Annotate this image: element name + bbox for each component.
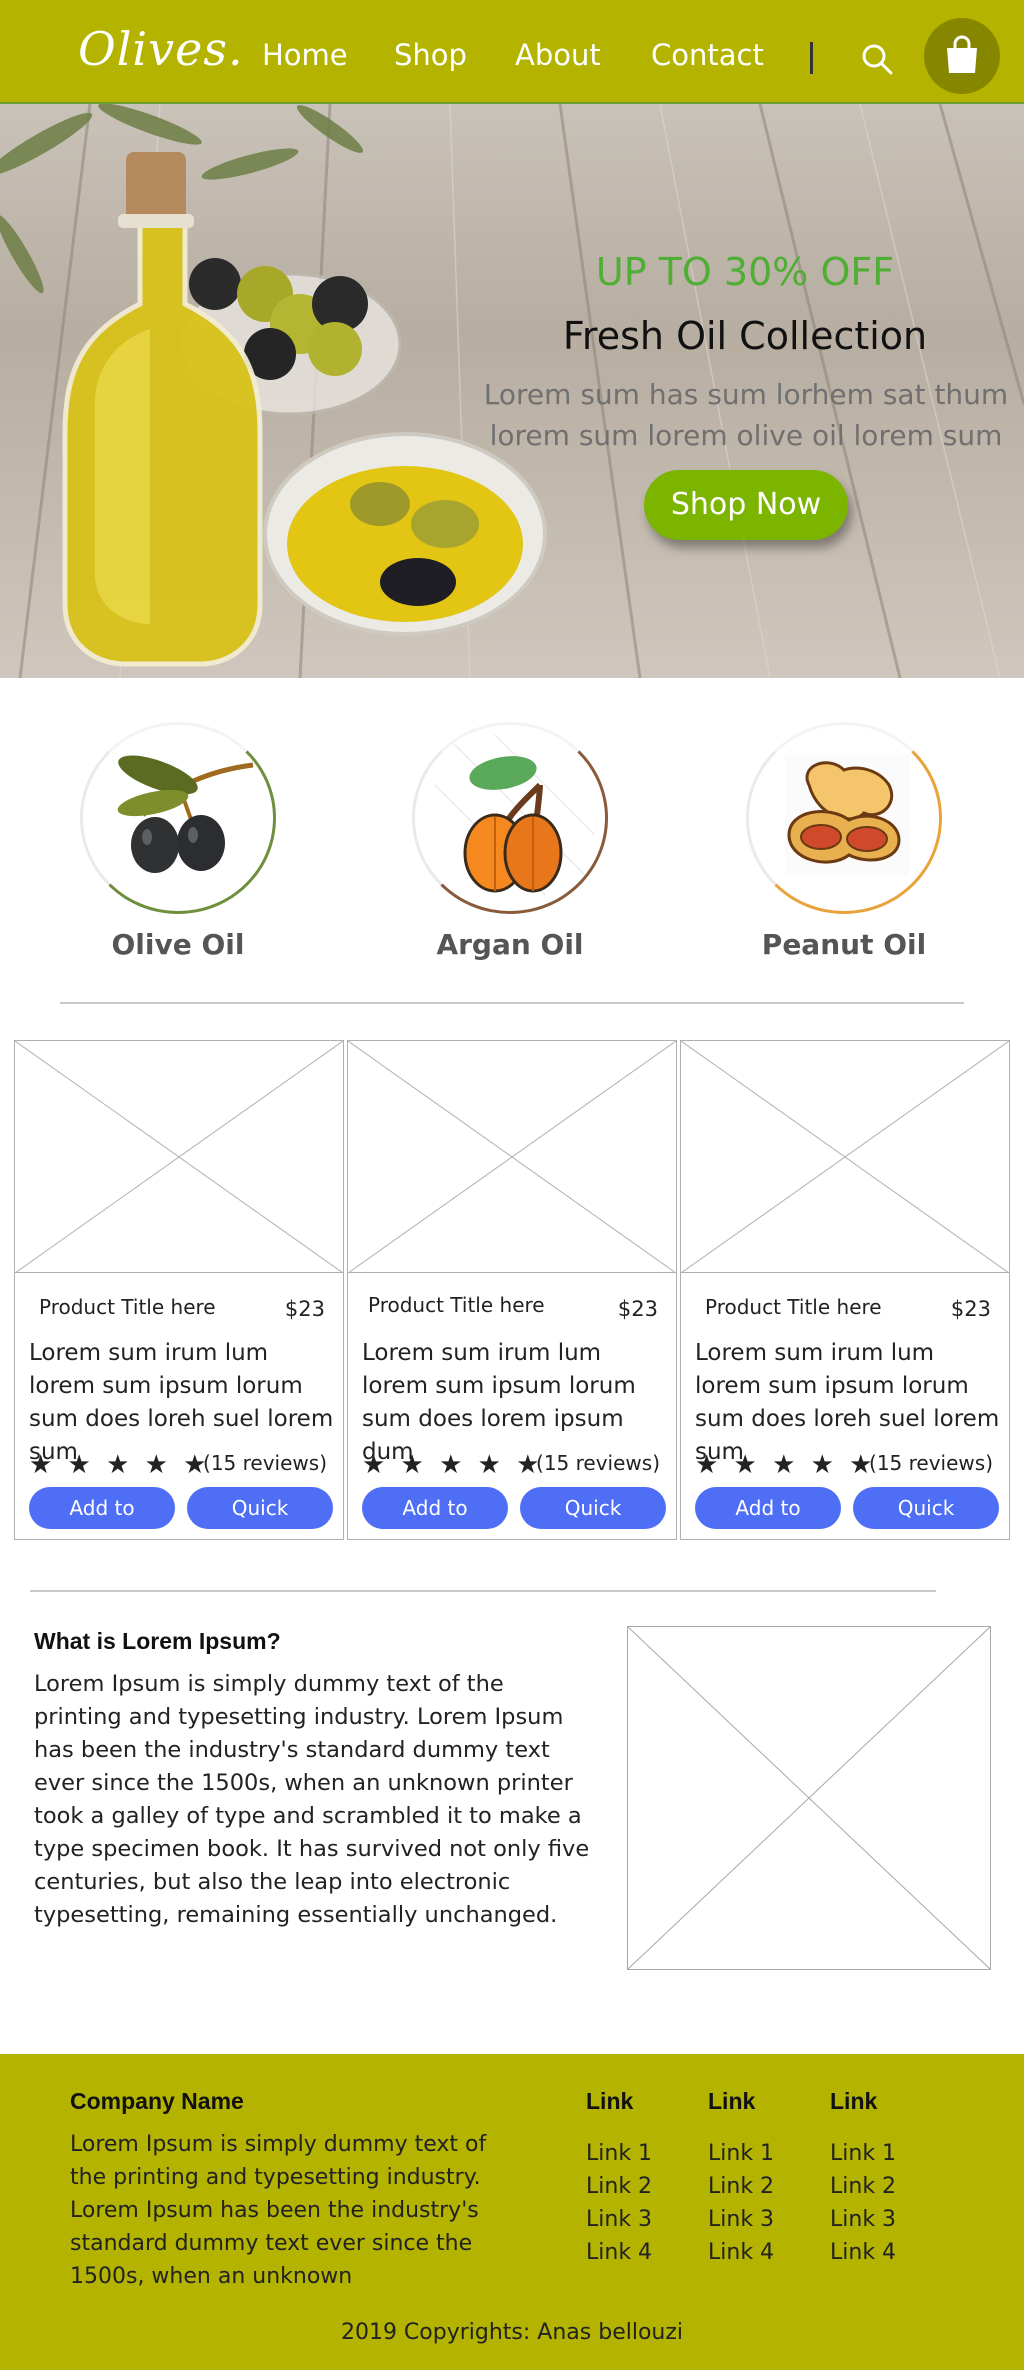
product-card: Product Title here $23 Lorem sum irum lu… (347, 1040, 677, 1540)
product-title[interactable]: Product Title here (39, 1295, 216, 1319)
section-divider (30, 1590, 936, 1592)
argan-fruit-icon (412, 722, 608, 914)
nav-separator (810, 42, 813, 74)
quick-view-button[interactable]: Quick (187, 1487, 333, 1529)
footer-company-name: Company Name (70, 2088, 244, 2114)
category-olive-oil[interactable]: Olive Oil (78, 722, 278, 961)
review-count[interactable]: (15 reviews) (203, 1451, 327, 1475)
hero-banner: UP TO 30% OFF Fresh Oil Collection Lorem… (0, 104, 1024, 678)
hero-promo: UP TO 30% OFF (595, 250, 895, 294)
add-to-cart-button[interactable]: Add to (695, 1487, 841, 1529)
footer-column-heading: Link (708, 2088, 756, 2114)
olive-branch-icon (80, 722, 276, 914)
hero-title: Fresh Oil Collection (562, 314, 928, 358)
footer-link-column: Link Link 1 Link 2 Link 3 Link 4 (586, 2088, 696, 2269)
shopping-bag-icon (947, 35, 977, 73)
star-rating: ★ ★ ★ ★ ★ (695, 1449, 877, 1479)
site-footer: Company Name Lorem Ipsum is simply dummy… (0, 2054, 1024, 2370)
footer-link[interactable]: Link 4 (830, 2236, 940, 2269)
about-image-placeholder (627, 1626, 991, 1970)
review-count[interactable]: (15 reviews) (869, 1451, 993, 1475)
about-text: Lorem Ipsum is simply dummy text of the … (34, 1671, 590, 1928)
nav-shop[interactable]: Shop (394, 38, 467, 72)
footer-link-column: Link Link 1 Link 2 Link 3 Link 4 (830, 2088, 940, 2269)
footer-column-heading: Link (586, 2088, 634, 2114)
category-label: Argan Oil (436, 928, 584, 961)
footer-link[interactable]: Link 1 (586, 2137, 696, 2170)
nav-home[interactable]: Home (262, 38, 348, 72)
quick-view-button[interactable]: Quick (853, 1487, 999, 1529)
footer-link[interactable]: Link 1 (830, 2137, 940, 2170)
product-card: Product Title here $23 Lorem sum irum lu… (14, 1040, 344, 1540)
footer-link-column: Link Link 1 Link 2 Link 3 Link 4 (708, 2088, 818, 2269)
star-rating: ★ ★ ★ ★ ★ (362, 1449, 544, 1479)
hero-text: Lorem sum has sum lorhem sat thum lorem … (483, 378, 1009, 452)
nav-about[interactable]: About (515, 38, 601, 72)
category-peanut-oil[interactable]: Peanut Oil (744, 722, 944, 961)
footer-description: Lorem Ipsum is simply dummy text of the … (70, 2132, 487, 2289)
footer-link[interactable]: Link 2 (830, 2170, 940, 2203)
cart-button[interactable] (924, 18, 1000, 94)
copyright: 2019 Copyrights: Anas bellouzi (340, 2320, 684, 2345)
add-to-cart-button[interactable]: Add to (29, 1487, 175, 1529)
footer-link[interactable]: Link 4 (708, 2236, 818, 2269)
footer-link[interactable]: Link 4 (586, 2236, 696, 2269)
footer-link[interactable]: Link 2 (586, 2170, 696, 2203)
footer-column-heading: Link (830, 2088, 878, 2114)
about-heading: What is Lorem Ipsum? (34, 1628, 281, 1654)
review-count[interactable]: (15 reviews) (536, 1451, 660, 1475)
star-rating: ★ ★ ★ ★ ★ (29, 1449, 211, 1479)
footer-link[interactable]: Link 3 (708, 2203, 818, 2236)
product-image-placeholder (347, 1040, 677, 1274)
nav-contact[interactable]: Contact (651, 38, 764, 72)
product-title[interactable]: Product Title here (368, 1293, 545, 1317)
add-to-cart-button[interactable]: Add to (362, 1487, 508, 1529)
logo[interactable]: Olives. (78, 22, 244, 76)
category-label: Olive Oil (111, 928, 245, 961)
footer-link[interactable]: Link 3 (830, 2203, 940, 2236)
product-image-placeholder (14, 1040, 344, 1274)
product-price: $23 (950, 1297, 991, 1321)
product-price: $23 (617, 1297, 658, 1321)
product-title[interactable]: Product Title here (705, 1295, 882, 1319)
product-card: Product Title here $23 Lorem sum irum lu… (680, 1040, 1010, 1540)
site-header: Olives. Home Shop About Contact (0, 0, 1024, 104)
product-price: $23 (284, 1297, 325, 1321)
peanut-icon (746, 722, 942, 914)
footer-link[interactable]: Link 1 (708, 2137, 818, 2170)
footer-link[interactable]: Link 2 (708, 2170, 818, 2203)
category-label: Peanut Oil (761, 928, 927, 961)
footer-link[interactable]: Link 3 (586, 2203, 696, 2236)
shop-now-button[interactable]: Shop Now (644, 470, 848, 540)
search-icon[interactable] (860, 42, 894, 76)
section-divider (60, 1002, 964, 1004)
product-image-placeholder (680, 1040, 1010, 1274)
category-argan-oil[interactable]: Argan Oil (410, 722, 610, 961)
quick-view-button[interactable]: Quick (520, 1487, 666, 1529)
